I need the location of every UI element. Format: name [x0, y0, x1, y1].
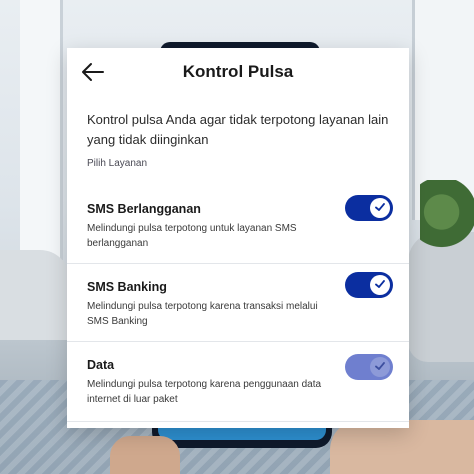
- service-description: Melindungi pulsa terpotong karena penggu…: [87, 379, 322, 405]
- service-name: SMS Banking: [87, 280, 167, 294]
- page-title: Kontrol Pulsa: [182, 62, 294, 81]
- header: Kontrol Pulsa: [67, 48, 409, 96]
- hand: [330, 420, 474, 474]
- phone-screen-edge: [158, 426, 326, 440]
- service-name: Data: [87, 358, 115, 372]
- toggle-data[interactable]: [345, 354, 393, 380]
- service-item-data: Data Melindungi pulsa terpotong karena p…: [67, 342, 409, 422]
- check-icon: [375, 280, 385, 288]
- toggle-sms-banking[interactable]: [345, 272, 393, 298]
- divider: [67, 421, 409, 422]
- service-description: Melindungi pulsa terpotong karena transa…: [87, 301, 318, 327]
- toggle-knob: [370, 275, 390, 295]
- toggle-knob: [370, 198, 390, 218]
- service-item-sms-berlangganan: SMS Berlangganan Melindungi pulsa terpot…: [67, 188, 409, 264]
- service-name: SMS Berlangganan: [87, 202, 201, 216]
- toggle-knob: [370, 357, 390, 377]
- background-plant: [420, 180, 474, 260]
- background-window-left: [20, 0, 63, 260]
- section-label: Pilih Layanan: [87, 158, 148, 169]
- service-item-sms-banking: SMS Banking Melindungi pulsa terpotong k…: [67, 264, 409, 342]
- hand-thumb: [110, 436, 180, 474]
- check-icon: [375, 203, 385, 211]
- service-description: Melindungi pulsa terpotong untuk layanan…: [87, 223, 297, 249]
- kontrol-pulsa-card: Kontrol Pulsa Kontrol pulsa Anda agar ti…: [67, 48, 409, 428]
- page-description: Kontrol pulsa Anda agar tidak terpotong …: [87, 112, 389, 147]
- toggle-sms-berlangganan[interactable]: [345, 195, 393, 221]
- check-icon: [375, 362, 385, 370]
